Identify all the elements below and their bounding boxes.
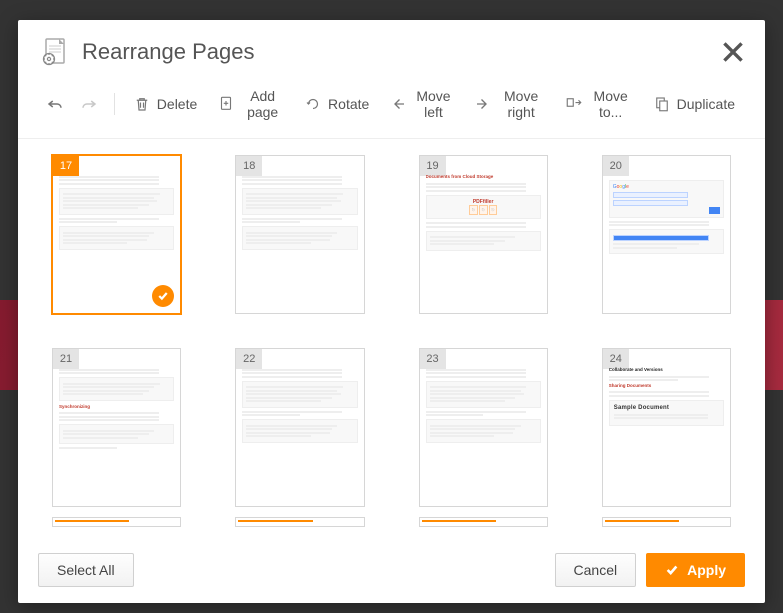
- apply-label: Apply: [687, 562, 726, 578]
- toolbar: Delete Add page Rotate Move left Move ri: [18, 76, 765, 139]
- modal-header: Rearrange Pages: [18, 20, 765, 76]
- page-preview: [242, 174, 357, 307]
- select-all-label: Select All: [57, 562, 115, 578]
- page-thumbnail[interactable]: 23: [419, 348, 548, 507]
- check-icon: [665, 563, 679, 577]
- apply-button[interactable]: Apply: [646, 553, 745, 587]
- page-number-badge: 21: [53, 349, 79, 369]
- close-button[interactable]: [721, 40, 745, 64]
- page-number-badge: 23: [420, 349, 446, 369]
- page-thumbnail-peek[interactable]: [602, 517, 731, 527]
- duplicate-icon: [653, 95, 671, 113]
- toolbar-separator: [114, 93, 115, 115]
- page-thumbnail[interactable]: 22: [235, 348, 364, 507]
- select-all-button[interactable]: Select All: [38, 553, 134, 587]
- add-page-button[interactable]: Add page: [207, 82, 294, 126]
- cancel-button[interactable]: Cancel: [555, 553, 637, 587]
- rearrange-pages-modal: Rearrange Pages Delete Add page: [18, 20, 765, 603]
- page-preview: [242, 367, 357, 500]
- modal-footer: Select All Cancel Apply: [18, 543, 765, 603]
- page-preview: Synchronizing: [59, 367, 174, 500]
- move-to-icon: [565, 95, 583, 113]
- trash-icon: [133, 95, 151, 113]
- add-page-icon: [217, 95, 235, 113]
- redo-button[interactable]: [72, 89, 106, 119]
- rotate-icon: [304, 95, 322, 113]
- page-thumbnail[interactable]: 19Documents from Cloud StoragePDFfiller⎋…: [419, 155, 548, 314]
- page-thumbnail[interactable]: 24Collaborate and VersionsSharing Docume…: [602, 348, 731, 507]
- duplicate-button[interactable]: Duplicate: [643, 89, 745, 119]
- modal-title: Rearrange Pages: [82, 39, 721, 65]
- page-thumbnail-peek[interactable]: [52, 517, 181, 527]
- delete-label: Delete: [157, 96, 197, 112]
- page-thumbnail[interactable]: 18: [235, 155, 364, 314]
- page-preview: [426, 367, 541, 500]
- page-thumbnail-peek[interactable]: [419, 517, 548, 527]
- page-number-badge: 20: [603, 156, 629, 176]
- page-number-badge: 19: [420, 156, 446, 176]
- add-page-label: Add page: [241, 88, 284, 120]
- move-right-label: Move right: [498, 88, 545, 120]
- page-thumbnail[interactable]: 20Google: [602, 155, 731, 314]
- page-thumbnail-peek[interactable]: [235, 517, 364, 527]
- page-number-badge: 22: [236, 349, 262, 369]
- cancel-label: Cancel: [574, 562, 618, 578]
- rotate-label: Rotate: [328, 96, 369, 112]
- page-number-badge: 24: [603, 349, 629, 369]
- page-grid-next-row: [38, 517, 745, 527]
- move-left-icon: [389, 95, 407, 113]
- duplicate-label: Duplicate: [677, 96, 735, 112]
- page-preview: Documents from Cloud StoragePDFfiller⎋ ⎋…: [426, 174, 541, 307]
- page-preview: Collaborate and VersionsSharing Document…: [609, 367, 724, 500]
- footer-right: Cancel Apply: [555, 553, 745, 587]
- page-preview: Google: [609, 174, 724, 307]
- rotate-button[interactable]: Rotate: [294, 89, 379, 119]
- move-right-icon: [474, 95, 492, 113]
- move-to-label: Move to...: [589, 88, 633, 120]
- delete-button[interactable]: Delete: [123, 89, 207, 119]
- move-left-label: Move left: [413, 88, 453, 120]
- page-grid-scroll[interactable]: 17 18 19Documents from Cloud StoragePDFfil…: [18, 139, 765, 543]
- move-left-button[interactable]: Move left: [379, 82, 463, 126]
- move-right-button[interactable]: Move right: [464, 82, 555, 126]
- page-number-badge: 17: [53, 156, 79, 176]
- page-thumbnail[interactable]: 21Synchronizing: [52, 348, 181, 507]
- page-grid: 17 18 19Documents from Cloud StoragePDFfil…: [38, 149, 745, 517]
- page-thumbnail[interactable]: 17: [52, 155, 181, 314]
- move-to-button[interactable]: Move to...: [555, 82, 643, 126]
- page-number-badge: 18: [236, 156, 262, 176]
- undo-button[interactable]: [38, 89, 72, 119]
- page-gear-icon: [38, 36, 70, 68]
